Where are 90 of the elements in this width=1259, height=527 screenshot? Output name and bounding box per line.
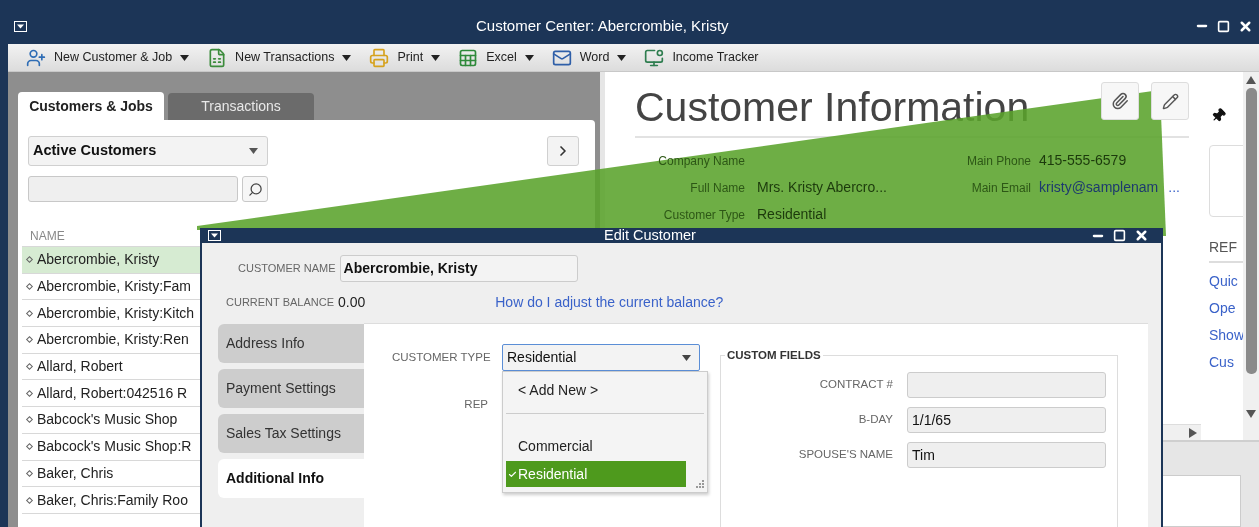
monitor-icon	[644, 47, 665, 68]
caret-icon	[524, 54, 534, 61]
side-tab[interactable]: Payment Settings	[218, 369, 364, 408]
help-link[interactable]: How do I adjust the current balance?	[495, 292, 724, 313]
customer-name: Allard, Robert	[37, 357, 123, 377]
scroll-down-icon[interactable]	[1246, 410, 1256, 418]
caret-icon	[431, 54, 441, 61]
field-label: CURRENT BALANCE	[226, 295, 334, 311]
pencil-icon	[1161, 92, 1179, 110]
toolbar-button[interactable]: Word	[551, 47, 627, 68]
more-link[interactable]: ...	[1168, 177, 1180, 198]
customer-name-field[interactable]: Abercrombie, Kristy	[339, 255, 578, 282]
search-field[interactable]	[28, 176, 238, 202]
field-value[interactable]: kristy@samplenam	[1039, 177, 1159, 198]
side-tab[interactable]: Additional Info	[218, 459, 364, 498]
field-value: Mrs. Kristy Abercro...	[757, 178, 887, 197]
field-label: CUSTOMER NAME	[238, 261, 336, 277]
toolbar-button[interactable]: Excel	[458, 47, 534, 68]
filter-dropdown[interactable]: Active Customers	[28, 136, 268, 166]
caret-icon	[682, 354, 691, 361]
field-value: Residential	[757, 205, 827, 224]
edit-button[interactable]	[1151, 82, 1189, 120]
field-label: Main Phone	[965, 152, 1031, 170]
customer-name: Babcock's Music Shop	[37, 410, 178, 430]
field-label: Full Name	[689, 179, 745, 197]
column-header: NAME	[30, 228, 65, 245]
caret-icon	[180, 54, 190, 61]
dialog-title: Edit Customer	[604, 225, 696, 245]
side-tab[interactable]: Sales Tax Settings	[218, 414, 364, 453]
customer-name: Allard, Robert:042516 R	[37, 383, 188, 403]
dropdown-option[interactable]: Residential	[506, 461, 686, 487]
toolbar-button[interactable]: Income Tracker	[644, 47, 759, 68]
field-label: REP	[463, 397, 488, 412]
search-button[interactable]	[242, 176, 268, 202]
window-menu-icon[interactable]	[14, 20, 27, 32]
expand-button[interactable]	[547, 136, 579, 166]
document-icon	[207, 47, 228, 68]
custom-field-input[interactable]: Tim	[907, 442, 1106, 468]
close-icon[interactable]	[1134, 228, 1149, 243]
field-label: CUSTOMER TYPE	[392, 349, 488, 365]
caret-icon	[342, 54, 352, 61]
toolbar-button[interactable]: Print	[369, 47, 441, 68]
field-label: CONTRACT #	[818, 377, 893, 393]
spreadsheet-icon	[458, 47, 479, 68]
tab[interactable]: Customers & Jobs	[18, 92, 164, 120]
printer-icon	[369, 47, 390, 68]
tab[interactable]: Transactions	[168, 93, 314, 120]
attach-button[interactable]	[1101, 82, 1139, 120]
field-label: B-DAY	[857, 412, 893, 428]
resize-grip-icon[interactable]	[696, 480, 704, 488]
user-icon	[26, 47, 46, 68]
vertical-scrollbar[interactable]	[1243, 72, 1259, 440]
toolbar-button[interactable]: New Transactions	[207, 47, 352, 68]
field-label: Main Email	[970, 179, 1031, 197]
custom-field-input[interactable]: 1/1/65	[907, 407, 1106, 433]
paperclip-icon	[1111, 92, 1129, 110]
report-link[interactable]: Quic	[1209, 272, 1243, 290]
customer-name: Abercrombie, Kristy	[37, 250, 160, 270]
field-value: 415-555-6579	[1039, 151, 1127, 170]
dropdown-option[interactable]: Commercial	[506, 433, 704, 459]
window-title: Customer Center: Abercrombie, Kristy	[476, 15, 729, 36]
customer-name: Baker, Chris:Family Roo	[37, 490, 188, 510]
field-label: SPOUSE'S NAME	[797, 447, 893, 463]
customer-name: Abercrombie, Kristy:Fam	[37, 277, 192, 297]
caret-icon	[249, 148, 258, 154]
toolbar-button[interactable]: New Customer & Job	[26, 47, 190, 68]
close-icon[interactable]	[1238, 18, 1253, 34]
field-label: Customer Type	[662, 206, 745, 224]
caret-icon	[617, 54, 627, 61]
scroll-right-icon[interactable]	[1189, 427, 1197, 438]
customer-name: Abercrombie, Kristy:Kitch	[37, 303, 195, 323]
section-title: Customer Information	[635, 83, 1030, 132]
search-icon	[247, 181, 263, 197]
window-menu-icon[interactable]	[208, 230, 221, 241]
balance-value: 0.00	[338, 293, 366, 312]
customer-name: Abercrombie, Kristy:Ren	[37, 330, 189, 350]
dropdown-option[interactable]: < Add New >	[506, 379, 704, 401]
customer-name: Baker, Chris	[37, 463, 114, 483]
side-tab[interactable]: Address Info	[218, 324, 364, 363]
maximize-icon[interactable]	[1113, 229, 1126, 242]
report-link[interactable]: Cus	[1209, 353, 1243, 371]
field-label: Company Name	[657, 152, 745, 170]
customer-name: Babcock's Music Shop:R	[37, 437, 192, 457]
scrollbar-thumb[interactable]	[1245, 88, 1257, 374]
scroll-up-icon[interactable]	[1246, 76, 1256, 84]
report-link[interactable]: Ope	[1209, 299, 1243, 317]
check-icon	[508, 469, 517, 479]
customer-type-dropdown[interactable]: Residential	[502, 344, 700, 371]
maximize-icon[interactable]	[1217, 19, 1230, 33]
custom-field-input[interactable]	[907, 372, 1106, 398]
